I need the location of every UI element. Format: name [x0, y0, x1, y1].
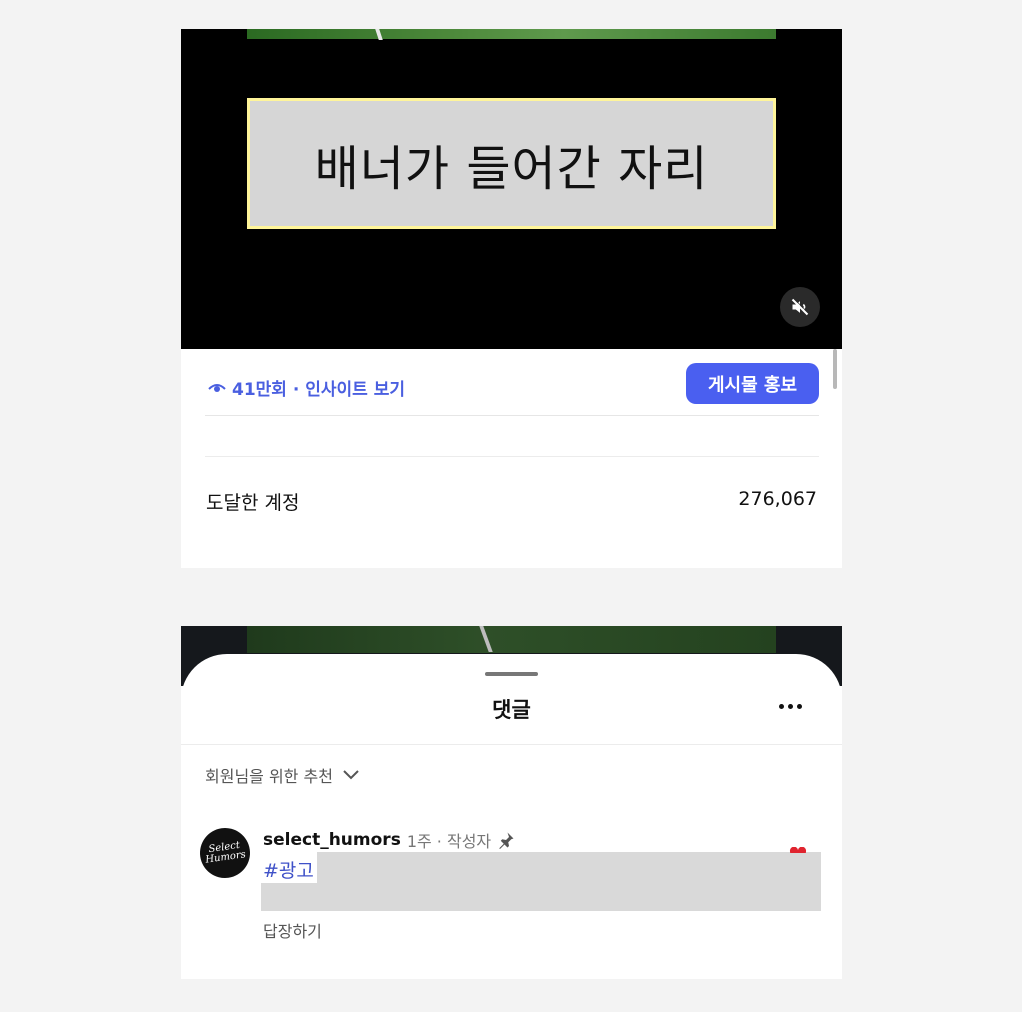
stats-row: 41만회 · 인사이트 보기 게시물 홍보: [205, 363, 819, 416]
comment-header: select_humors 1주 · 작성자: [263, 828, 515, 852]
speaker-muted-icon: [791, 298, 809, 316]
video-player[interactable]: 배너가 들어간 자리: [181, 29, 842, 349]
mute-button[interactable]: [780, 287, 820, 327]
comment-sort-dropdown[interactable]: 회원님을 위한 추천: [205, 763, 359, 787]
divider: [205, 456, 819, 457]
views-text: 41만회 · 인사이트 보기: [232, 380, 405, 400]
comments-panel: 댓글 회원님을 위한 추천 Select Humors select_humor…: [181, 626, 842, 979]
video-frame-strip: [247, 29, 776, 39]
reached-accounts-label: 도달한 계정: [206, 492, 300, 514]
reached-accounts-value: 276,067: [738, 488, 817, 510]
eye-icon: [208, 383, 226, 392]
comments-sheet: 댓글 회원님을 위한 추천 Select Humors select_humor…: [181, 654, 842, 979]
more-options-icon[interactable]: [779, 704, 802, 709]
like-heart-icon[interactable]: [789, 847, 807, 853]
promote-post-button[interactable]: 게시물 홍보: [686, 363, 819, 404]
pin-icon: [499, 832, 514, 849]
redacted-comment-area: [261, 852, 821, 911]
sort-label: 회원님을 위한 추천: [205, 767, 333, 786]
comment-hashtag[interactable]: #광고: [263, 856, 314, 883]
scrollbar[interactable]: [833, 349, 837, 389]
comment-username[interactable]: select_humors: [263, 830, 401, 850]
reply-button[interactable]: 답장하기: [263, 918, 322, 942]
video-frame-strip: [247, 626, 776, 653]
avatar[interactable]: Select Humors: [196, 824, 254, 882]
insights-panel: 배너가 들어간 자리 41만회 · 인사이트 보기 게시물 홍보 도달한 계정 …: [181, 29, 842, 568]
banner-placeholder: 배너가 들어간 자리: [247, 98, 776, 229]
sheet-drag-handle[interactable]: [485, 672, 538, 676]
avatar-logo-text: Select Humors: [204, 839, 247, 866]
divider: [181, 744, 842, 745]
view-insights-link[interactable]: 41만회 · 인사이트 보기: [208, 375, 405, 400]
chevron-down-icon: [343, 770, 359, 780]
comment-meta: 1주 · 작성자: [406, 832, 492, 851]
banner-text: 배너가 들어간 자리: [314, 140, 709, 197]
sheet-title: 댓글: [492, 698, 531, 722]
